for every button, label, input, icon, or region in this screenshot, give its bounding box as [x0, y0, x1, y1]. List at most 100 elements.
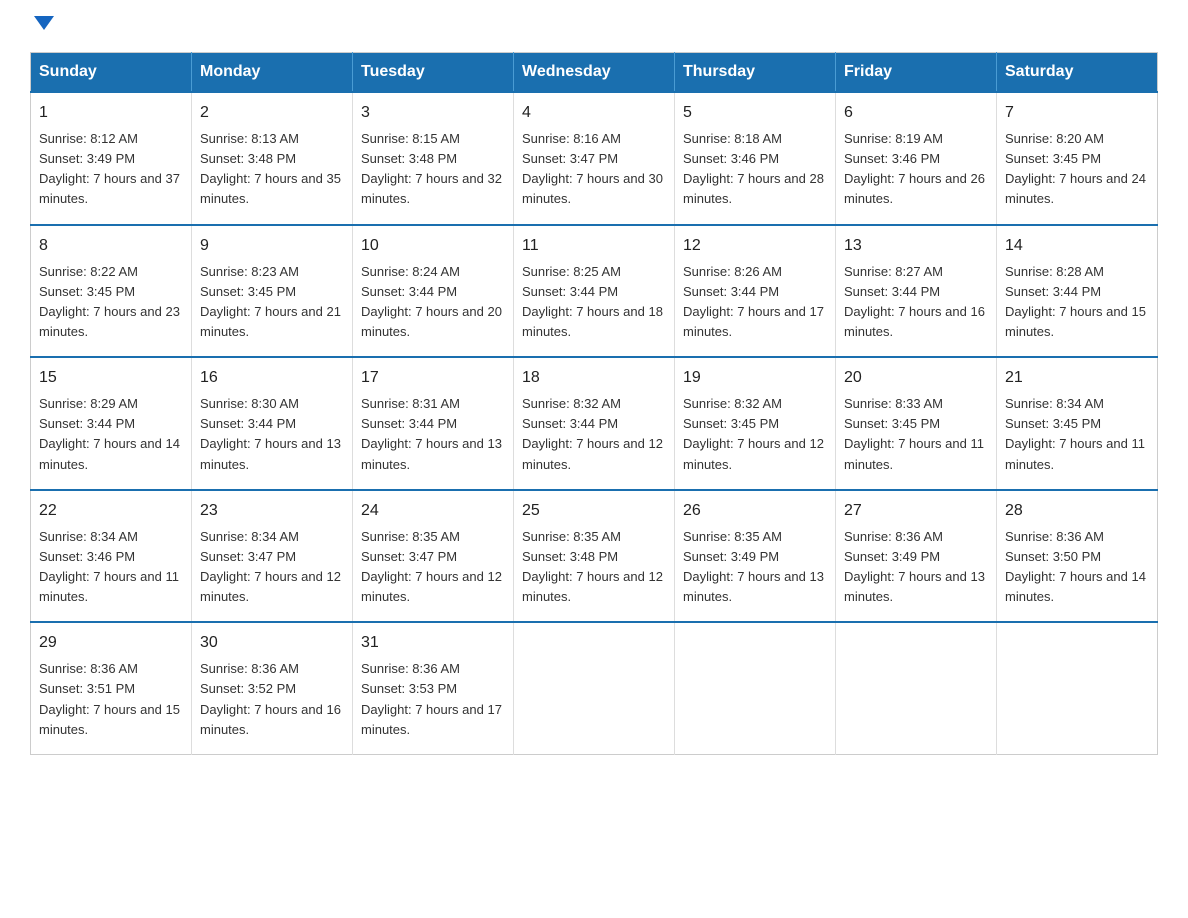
calendar-cell: 4Sunrise: 8:16 AMSunset: 3:47 PMDaylight…	[514, 92, 675, 225]
logo-triangle-icon	[34, 16, 54, 30]
header-sunday: Sunday	[31, 53, 192, 93]
day-info: Sunrise: 8:30 AMSunset: 3:44 PMDaylight:…	[200, 396, 341, 471]
day-info: Sunrise: 8:20 AMSunset: 3:45 PMDaylight:…	[1005, 131, 1146, 206]
week-row-1: 1 Sunrise: 8:12 AMSunset: 3:49 PMDaylight…	[31, 92, 1158, 225]
day-info: Sunrise: 8:35 AMSunset: 3:47 PMDaylight:…	[361, 529, 502, 604]
day-number: 18	[522, 366, 666, 390]
calendar-cell: 2Sunrise: 8:13 AMSunset: 3:48 PMDaylight…	[192, 92, 353, 225]
day-info: Sunrise: 8:26 AMSunset: 3:44 PMDaylight:…	[683, 264, 824, 339]
calendar-cell: 29 Sunrise: 8:36 AMSunset: 3:51 PMDayligh…	[31, 622, 192, 754]
day-info: Sunrise: 8:36 AMSunset: 3:51 PMDaylight:…	[39, 661, 180, 736]
day-info: Sunrise: 8:36 AMSunset: 3:52 PMDaylight:…	[200, 661, 341, 736]
calendar-cell: 10 Sunrise: 8:24 AMSunset: 3:44 PMDayligh…	[353, 225, 514, 358]
day-number: 15	[39, 366, 183, 390]
day-info: Sunrise: 8:34 AMSunset: 3:46 PMDaylight:…	[39, 529, 179, 604]
week-row-3: 15 Sunrise: 8:29 AMSunset: 3:44 PMDayligh…	[31, 357, 1158, 490]
calendar-header-row: SundayMondayTuesdayWednesdayThursdayFrid…	[31, 53, 1158, 93]
calendar-cell: 11 Sunrise: 8:25 AMSunset: 3:44 PMDayligh…	[514, 225, 675, 358]
day-info: Sunrise: 8:28 AMSunset: 3:44 PMDaylight:…	[1005, 264, 1146, 339]
day-number: 13	[844, 234, 988, 258]
calendar-cell: 30 Sunrise: 8:36 AMSunset: 3:52 PMDayligh…	[192, 622, 353, 754]
calendar-cell: 7Sunrise: 8:20 AMSunset: 3:45 PMDaylight…	[997, 92, 1158, 225]
day-number: 16	[200, 366, 344, 390]
day-number: 29	[39, 631, 183, 655]
header-tuesday: Tuesday	[353, 53, 514, 93]
calendar-cell: 24 Sunrise: 8:35 AMSunset: 3:47 PMDayligh…	[353, 490, 514, 623]
calendar-cell: 6Sunrise: 8:19 AMSunset: 3:46 PMDaylight…	[836, 92, 997, 225]
calendar-cell	[836, 622, 997, 754]
day-number: 26	[683, 499, 827, 523]
day-number: 21	[1005, 366, 1149, 390]
day-number: 2	[200, 101, 344, 125]
header-friday: Friday	[836, 53, 997, 93]
day-info: Sunrise: 8:36 AMSunset: 3:53 PMDaylight:…	[361, 661, 502, 736]
day-info: Sunrise: 8:35 AMSunset: 3:48 PMDaylight:…	[522, 529, 663, 604]
day-number: 30	[200, 631, 344, 655]
calendar-cell: 3 Sunrise: 8:15 AMSunset: 3:48 PMDaylight…	[353, 92, 514, 225]
day-info: Sunrise: 8:19 AMSunset: 3:46 PMDaylight:…	[844, 131, 985, 206]
day-number: 20	[844, 366, 988, 390]
day-info: Sunrise: 8:34 AMSunset: 3:47 PMDaylight:…	[200, 529, 341, 604]
calendar-cell: 14 Sunrise: 8:28 AMSunset: 3:44 PMDayligh…	[997, 225, 1158, 358]
day-number: 25	[522, 499, 666, 523]
day-info: Sunrise: 8:34 AMSunset: 3:45 PMDaylight:…	[1005, 396, 1145, 471]
day-number: 1	[39, 101, 183, 125]
calendar-cell	[514, 622, 675, 754]
calendar-cell: 18 Sunrise: 8:32 AMSunset: 3:44 PMDayligh…	[514, 357, 675, 490]
day-number: 22	[39, 499, 183, 523]
day-number: 14	[1005, 234, 1149, 258]
calendar-cell: 25 Sunrise: 8:35 AMSunset: 3:48 PMDayligh…	[514, 490, 675, 623]
page-header	[30, 20, 1158, 34]
calendar-cell: 8 Sunrise: 8:22 AMSunset: 3:45 PMDaylight…	[31, 225, 192, 358]
day-number: 11	[522, 234, 666, 258]
calendar-cell: 1 Sunrise: 8:12 AMSunset: 3:49 PMDaylight…	[31, 92, 192, 225]
calendar-cell: 23 Sunrise: 8:34 AMSunset: 3:47 PMDayligh…	[192, 490, 353, 623]
day-info: Sunrise: 8:36 AMSunset: 3:49 PMDaylight:…	[844, 529, 985, 604]
header-thursday: Thursday	[675, 53, 836, 93]
header-monday: Monday	[192, 53, 353, 93]
day-number: 8	[39, 234, 183, 258]
calendar-cell: 13Sunrise: 8:27 AMSunset: 3:44 PMDayligh…	[836, 225, 997, 358]
week-row-2: 8 Sunrise: 8:22 AMSunset: 3:45 PMDaylight…	[31, 225, 1158, 358]
day-number: 12	[683, 234, 827, 258]
week-row-5: 29 Sunrise: 8:36 AMSunset: 3:51 PMDayligh…	[31, 622, 1158, 754]
calendar-cell: 19Sunrise: 8:32 AMSunset: 3:45 PMDayligh…	[675, 357, 836, 490]
logo	[30, 20, 54, 34]
calendar-cell: 26 Sunrise: 8:35 AMSunset: 3:49 PMDayligh…	[675, 490, 836, 623]
day-info: Sunrise: 8:32 AMSunset: 3:44 PMDaylight:…	[522, 396, 663, 471]
day-info: Sunrise: 8:25 AMSunset: 3:44 PMDaylight:…	[522, 264, 663, 339]
day-info: Sunrise: 8:24 AMSunset: 3:44 PMDaylight:…	[361, 264, 502, 339]
calendar-cell	[997, 622, 1158, 754]
day-info: Sunrise: 8:36 AMSunset: 3:50 PMDaylight:…	[1005, 529, 1146, 604]
day-number: 17	[361, 366, 505, 390]
calendar-cell: 12 Sunrise: 8:26 AMSunset: 3:44 PMDayligh…	[675, 225, 836, 358]
day-info: Sunrise: 8:29 AMSunset: 3:44 PMDaylight:…	[39, 396, 180, 471]
calendar-cell: 28 Sunrise: 8:36 AMSunset: 3:50 PMDayligh…	[997, 490, 1158, 623]
calendar-cell: 5 Sunrise: 8:18 AMSunset: 3:46 PMDaylight…	[675, 92, 836, 225]
calendar-cell: 9Sunrise: 8:23 AMSunset: 3:45 PMDaylight…	[192, 225, 353, 358]
calendar-cell: 21 Sunrise: 8:34 AMSunset: 3:45 PMDayligh…	[997, 357, 1158, 490]
day-info: Sunrise: 8:35 AMSunset: 3:49 PMDaylight:…	[683, 529, 824, 604]
day-info: Sunrise: 8:15 AMSunset: 3:48 PMDaylight:…	[361, 131, 502, 206]
day-number: 31	[361, 631, 505, 655]
day-number: 5	[683, 101, 827, 125]
day-info: Sunrise: 8:22 AMSunset: 3:45 PMDaylight:…	[39, 264, 180, 339]
calendar-cell	[675, 622, 836, 754]
calendar-cell: 22 Sunrise: 8:34 AMSunset: 3:46 PMDayligh…	[31, 490, 192, 623]
day-number: 3	[361, 101, 505, 125]
day-info: Sunrise: 8:18 AMSunset: 3:46 PMDaylight:…	[683, 131, 824, 206]
day-info: Sunrise: 8:32 AMSunset: 3:45 PMDaylight:…	[683, 396, 824, 471]
day-info: Sunrise: 8:33 AMSunset: 3:45 PMDaylight:…	[844, 396, 984, 471]
calendar-table: SundayMondayTuesdayWednesdayThursdayFrid…	[30, 52, 1158, 755]
day-info: Sunrise: 8:12 AMSunset: 3:49 PMDaylight:…	[39, 131, 180, 206]
day-number: 9	[200, 234, 344, 258]
day-number: 23	[200, 499, 344, 523]
calendar-cell: 27 Sunrise: 8:36 AMSunset: 3:49 PMDayligh…	[836, 490, 997, 623]
day-number: 4	[522, 101, 666, 125]
day-number: 27	[844, 499, 988, 523]
day-number: 24	[361, 499, 505, 523]
day-number: 28	[1005, 499, 1149, 523]
header-wednesday: Wednesday	[514, 53, 675, 93]
calendar-cell: 31 Sunrise: 8:36 AMSunset: 3:53 PMDayligh…	[353, 622, 514, 754]
day-number: 10	[361, 234, 505, 258]
